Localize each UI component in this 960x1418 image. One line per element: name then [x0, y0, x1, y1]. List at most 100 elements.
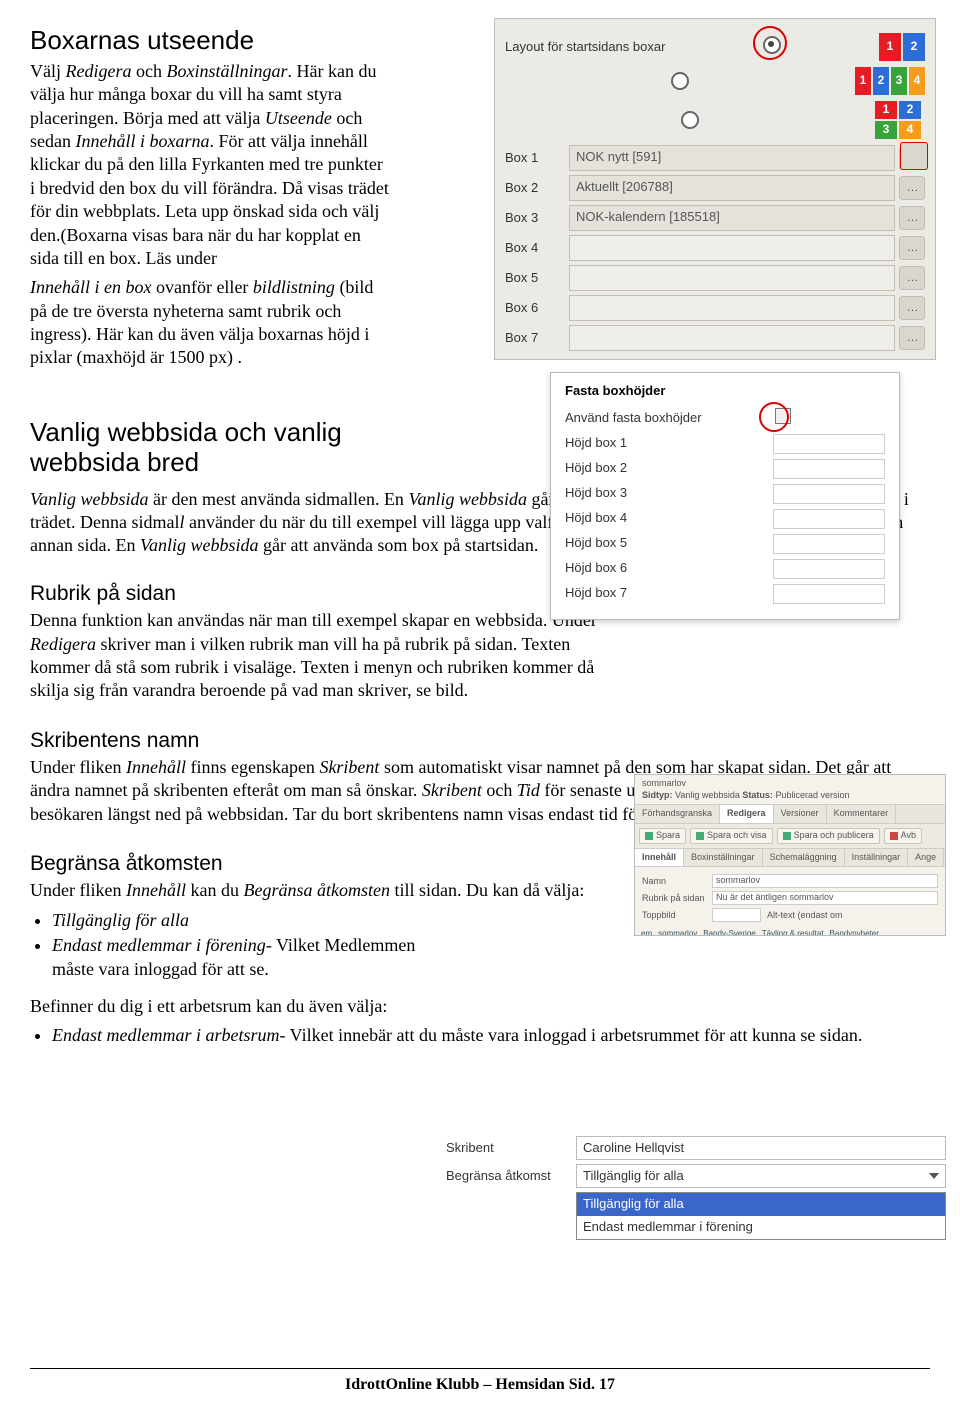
- tab-comments[interactable]: Kommentarer: [827, 805, 897, 823]
- tab-misc[interactable]: Ange: [908, 849, 944, 867]
- access-options-list: Tillgänglig för alla Endast medlemmar i …: [30, 909, 450, 981]
- begransa-label: Begränsa åtkomst: [446, 1168, 576, 1185]
- heading-skribent: Skribentens namn: [30, 727, 930, 754]
- tabbar-secondary: Innehåll Boxinställningar Schemaläggning…: [635, 849, 945, 868]
- box-row-label: Box 1: [505, 150, 569, 167]
- height-label: Höjd box 3: [565, 485, 773, 502]
- box-4-browse-button[interactable]: …: [899, 236, 925, 260]
- save-show-button[interactable]: Spara och visa: [690, 828, 773, 844]
- height-box-2-input[interactable]: [773, 459, 885, 479]
- access-options-list-2: Endast medlemmar i arbetsrum- Vilket inn…: [30, 1024, 930, 1047]
- tab-boxsettings[interactable]: Boxinställningar: [684, 849, 763, 867]
- dropdown-option[interactable]: Tillgänglig för alla: [577, 1193, 945, 1216]
- height-box-5-input[interactable]: [773, 534, 885, 554]
- height-box-3-input[interactable]: [773, 484, 885, 504]
- list-item: Endast medlemmar i förening- Vilket Medl…: [52, 934, 450, 981]
- section-vanlig-webbsida: Vanlig webbsida och vanlig webbsida bred: [30, 418, 430, 478]
- layout-option-2-preview: 1234: [855, 67, 925, 95]
- rubrik-screenshot: sommarlov Sidtyp: Vanlig webbsida Status…: [634, 774, 946, 936]
- fixed-heights-title: Fasta boxhöjder: [565, 383, 885, 400]
- box-6-browse-button[interactable]: …: [899, 296, 925, 320]
- list-item: Tillgänglig för alla: [52, 909, 450, 932]
- box-7-browse-button[interactable]: …: [899, 326, 925, 350]
- section-box-appearance: Boxarnas utseende Välj Redigera och Boxi…: [30, 24, 390, 370]
- box-2-field[interactable]: Aktuellt [206788]: [569, 175, 895, 201]
- begransa-dropdown: Tillgänglig för alla Endast medlemmar i …: [576, 1192, 946, 1240]
- para-box-appearance-1: Välj Redigera och Boxinställningar. Här …: [30, 60, 390, 271]
- chevron-down-icon: [929, 1173, 939, 1179]
- height-box-1-input[interactable]: [773, 434, 885, 454]
- box-6-field[interactable]: [569, 295, 895, 321]
- section-begransa-cont: Befinner du dig i ett arbetsrum kan du ä…: [30, 995, 930, 1048]
- layout-option-3-preview: 12 34: [875, 101, 925, 139]
- annotation-circle-icon: [753, 26, 787, 60]
- height-box-4-input[interactable]: [773, 509, 885, 529]
- box-7-field[interactable]: [569, 325, 895, 351]
- list-item: Endast medlemmar i arbetsrum- Vilket inn…: [52, 1024, 930, 1047]
- section-rubrik: Rubrik på sidan Denna funktion kan använ…: [30, 580, 630, 703]
- toppbild-label: Toppbild: [642, 910, 712, 922]
- tab-edit[interactable]: Redigera: [720, 805, 774, 823]
- annotation-circle-icon: [759, 402, 789, 432]
- height-box-7-input[interactable]: [773, 584, 885, 604]
- box-2-browse-button[interactable]: …: [899, 176, 925, 200]
- box-row-label: Box 2: [505, 180, 569, 197]
- heading-vanlig-webbsida: Vanlig webbsida och vanlig webbsida bred: [30, 418, 430, 478]
- begransa-screenshot: Skribent Caroline Hellqvist Begränsa åtk…: [446, 1132, 946, 1220]
- tab-content[interactable]: Innehåll: [635, 849, 684, 867]
- breadcrumb-row-1: emsommarlovBandy-SverigeTävling & result…: [635, 929, 945, 936]
- box-4-field[interactable]: [569, 235, 895, 261]
- save-publish-button[interactable]: Spara och publicera: [777, 828, 880, 844]
- toolbar: Spara Spara och visa Spara och publicera…: [635, 824, 945, 849]
- name-label: Namn: [642, 876, 712, 888]
- height-box-6-input[interactable]: [773, 559, 885, 579]
- skribent-input[interactable]: Caroline Hellqvist: [576, 1136, 946, 1160]
- height-label: Höjd box 1: [565, 435, 773, 452]
- disk-icon: [696, 832, 704, 840]
- dropdown-option[interactable]: Endast medlemmar i förening: [577, 1216, 945, 1239]
- tab-settings[interactable]: Inställningar: [845, 849, 909, 867]
- page-name: sommarlov: [642, 778, 686, 788]
- box-row-label: Box 5: [505, 270, 569, 287]
- begransa-select[interactable]: Tillgänglig för alla: [576, 1164, 946, 1188]
- cancel-button[interactable]: Avb: [884, 828, 922, 844]
- annotation-circle-icon: [900, 142, 928, 170]
- height-label: Höjd box 5: [565, 535, 773, 552]
- tab-schedule[interactable]: Schemaläggning: [763, 849, 845, 867]
- box-table: Box 1 NOK nytt [591] … Box 2 Aktuellt [2…: [505, 145, 925, 351]
- layout-panel: Layout för startsidans boxar 12 1234 12 …: [494, 18, 936, 360]
- tabbar-primary: Förhandsgranska Redigera Versioner Komme…: [635, 805, 945, 824]
- heading-rubrik: Rubrik på sidan: [30, 580, 630, 607]
- fixed-heights-panel: Fasta boxhöjder Använd fasta boxhöjder H…: [550, 372, 900, 620]
- box-row-label: Box 3: [505, 210, 569, 227]
- tab-preview[interactable]: Förhandsgranska: [635, 805, 720, 823]
- height-label: Höjd box 6: [565, 560, 773, 577]
- heading-box-appearance: Boxarnas utseende: [30, 24, 390, 58]
- layout-option-1-preview: 12: [879, 33, 925, 61]
- disk-icon: [783, 832, 791, 840]
- alt-label: Alt-text (endast om: [767, 910, 843, 922]
- x-icon: [890, 832, 898, 840]
- height-label: Höjd box 4: [565, 510, 773, 527]
- toppbild-input[interactable]: [712, 908, 761, 922]
- tab-versions[interactable]: Versioner: [774, 805, 827, 823]
- layout-option-2-radio[interactable]: [671, 72, 689, 90]
- box-5-browse-button[interactable]: …: [899, 266, 925, 290]
- layout-option-3-radio[interactable]: [681, 111, 699, 129]
- use-fixed-label: Använd fasta boxhöjder: [565, 410, 775, 427]
- box-row-label: Box 7: [505, 330, 569, 347]
- box-row-label: Box 6: [505, 300, 569, 317]
- rubrik-input[interactable]: Nu är det äntligen sommarlov: [712, 891, 938, 905]
- disk-icon: [645, 832, 653, 840]
- skribent-label: Skribent: [446, 1140, 576, 1157]
- para-rubrik: Denna funktion kan användas när man till…: [30, 609, 630, 703]
- save-button[interactable]: Spara: [639, 828, 686, 844]
- page-footer: IdrottOnline Klubb – Hemsidan Sid. 17: [30, 1368, 930, 1396]
- box-1-field[interactable]: NOK nytt [591]: [569, 145, 895, 171]
- box-5-field[interactable]: [569, 265, 895, 291]
- height-label: Höjd box 2: [565, 460, 773, 477]
- box-3-browse-button[interactable]: …: [899, 206, 925, 230]
- name-input[interactable]: sommarlov: [712, 874, 938, 888]
- box-3-field[interactable]: NOK-kalendern [185518]: [569, 205, 895, 231]
- rubrik-label: Rubrik på sidan: [642, 893, 712, 905]
